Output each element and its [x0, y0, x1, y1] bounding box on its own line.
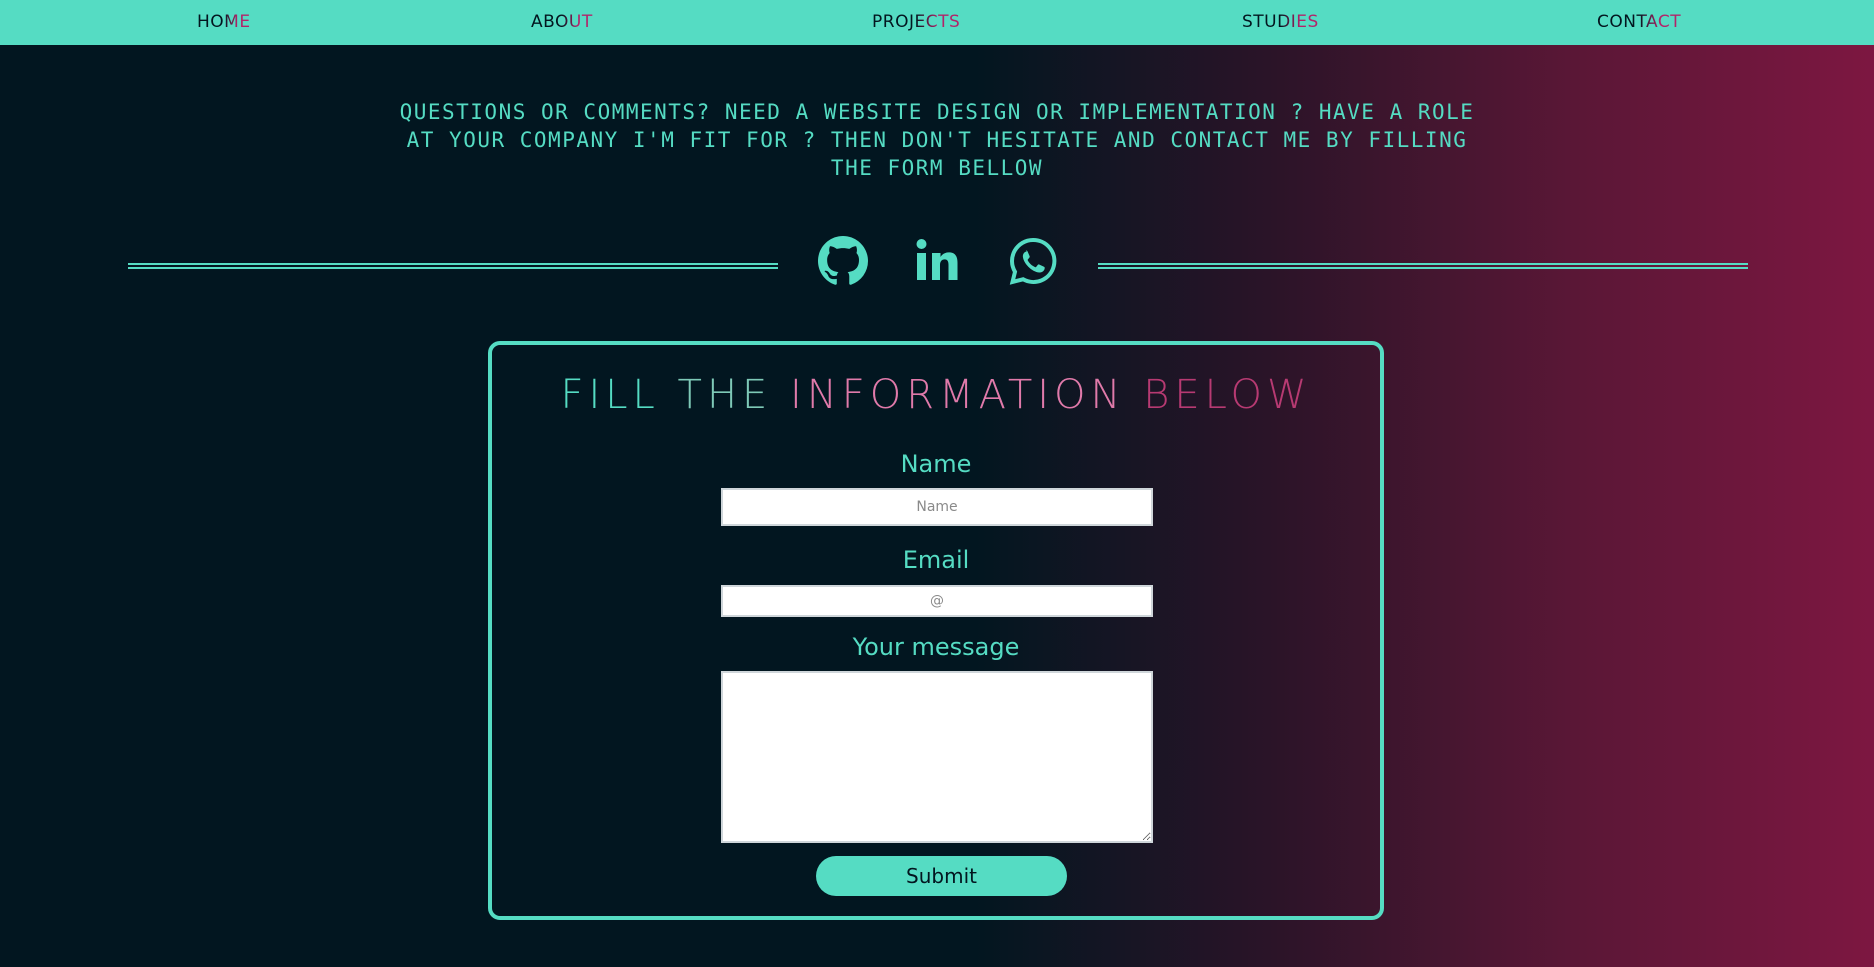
contact-intro-text: QUESTIONS OR COMMENTS? NEED A WEBSITE DE… [399, 100, 1475, 180]
top-nav: HOME ABOUT PROJECTS STUDIES CONTACT [0, 0, 1874, 45]
message-textarea[interactable] [721, 671, 1153, 843]
name-label: Name [900, 450, 972, 478]
email-input[interactable] [721, 585, 1153, 617]
nav-studies[interactable]: STUDIES [1242, 0, 1319, 45]
contact-form: FILL THE INFORMATION BELOW Name Email Yo… [488, 341, 1384, 920]
linkedin-icon[interactable] [914, 236, 964, 286]
github-icon[interactable] [818, 236, 868, 286]
form-title-word: INFORMATION [790, 372, 1126, 418]
form-title: FILL THE INFORMATION BELOW [492, 372, 1380, 418]
nav-projects[interactable]: PROJECTS [872, 0, 960, 45]
email-label: Email [902, 546, 970, 574]
form-title-word: THE [677, 372, 773, 418]
divider-left [128, 263, 778, 269]
whatsapp-icon[interactable] [1008, 236, 1058, 286]
form-title-word: BELOW [1143, 372, 1312, 418]
nav-contact[interactable]: CONTACT [1597, 0, 1681, 45]
form-title-word: FILL [560, 372, 660, 418]
nav-home[interactable]: HOME [197, 0, 251, 45]
submit-button[interactable]: Submit [816, 856, 1067, 896]
message-label: Your message [852, 633, 1020, 661]
divider-right [1098, 263, 1748, 269]
name-input[interactable] [721, 488, 1153, 526]
nav-about[interactable]: ABOUT [531, 0, 593, 45]
